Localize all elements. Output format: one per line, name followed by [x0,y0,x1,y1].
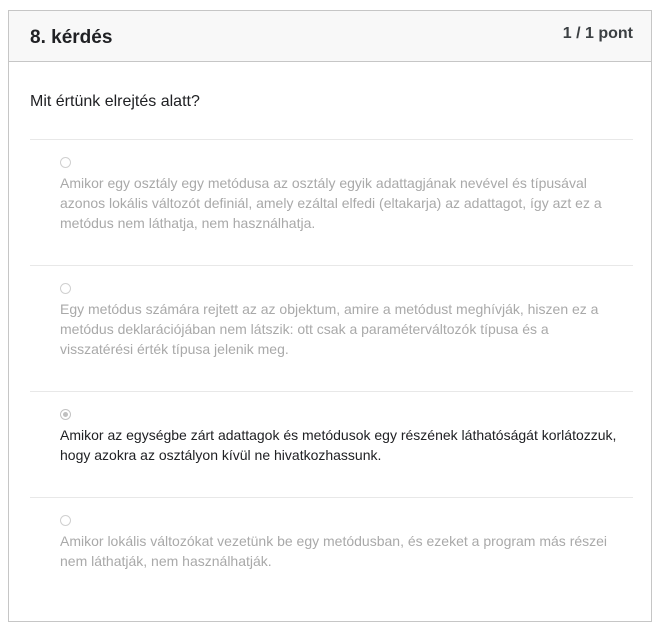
radio-button-selected[interactable] [60,409,71,420]
answer-option-4[interactable]: Amikor lokális változókat vezetünk be eg… [30,497,633,607]
answer-option-1[interactable]: Amikor egy osztály egy metódusa az osztá… [30,139,633,265]
radio-button[interactable] [60,515,71,526]
radio-button[interactable] [60,157,71,168]
answer-option-text: Egy metódus számára rejtett az az objekt… [60,301,599,357]
answer-option-text: Amikor lokális változókat vezetünk be eg… [60,533,608,569]
answer-option-text: Amikor egy osztály egy metódusa az osztá… [60,175,602,231]
answer-option-3[interactable]: Amikor az egységbe zárt adattagok és met… [30,391,633,497]
question-title: 8. kérdés [30,27,113,48]
answer-options: Amikor egy osztály egy metódusa az osztá… [30,139,633,607]
question-score: 1 / 1 pont [562,25,633,42]
question-header: 8. kérdés 1 / 1 pont [9,11,651,62]
answer-option-2[interactable]: Egy metódus számára rejtett az az objekt… [30,265,633,391]
question-card: 8. kérdés 1 / 1 pont Mit értünk elrejtés… [8,10,652,622]
question-text: Mit értünk elrejtés alatt? [30,93,200,110]
radio-button[interactable] [60,283,71,294]
answer-option-text: Amikor az egységbe zárt adattagok és met… [60,427,617,463]
